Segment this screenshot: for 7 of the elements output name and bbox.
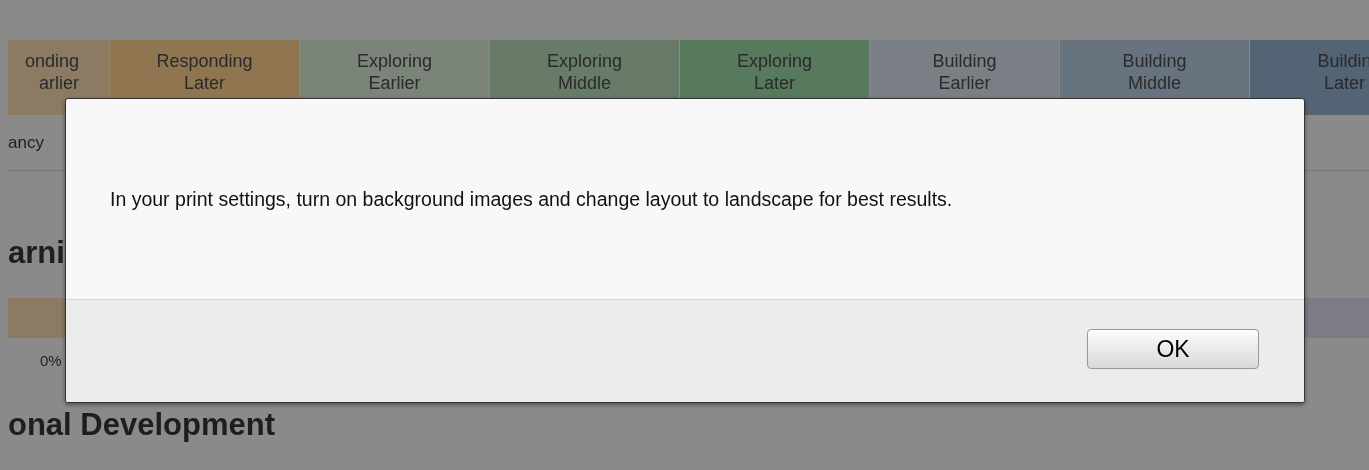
dialog-message: In your print settings, turn on background images and change layout to landscape for best results. xyxy=(110,187,953,211)
ok-button[interactable]: OK xyxy=(1087,329,1259,369)
row-label: ancy xyxy=(8,132,44,153)
section-title: arni xyxy=(8,234,65,272)
stage-header: onding arlier xyxy=(8,40,110,115)
section-title: onal Development xyxy=(8,406,275,444)
percentage-label: 0% xyxy=(40,352,62,369)
